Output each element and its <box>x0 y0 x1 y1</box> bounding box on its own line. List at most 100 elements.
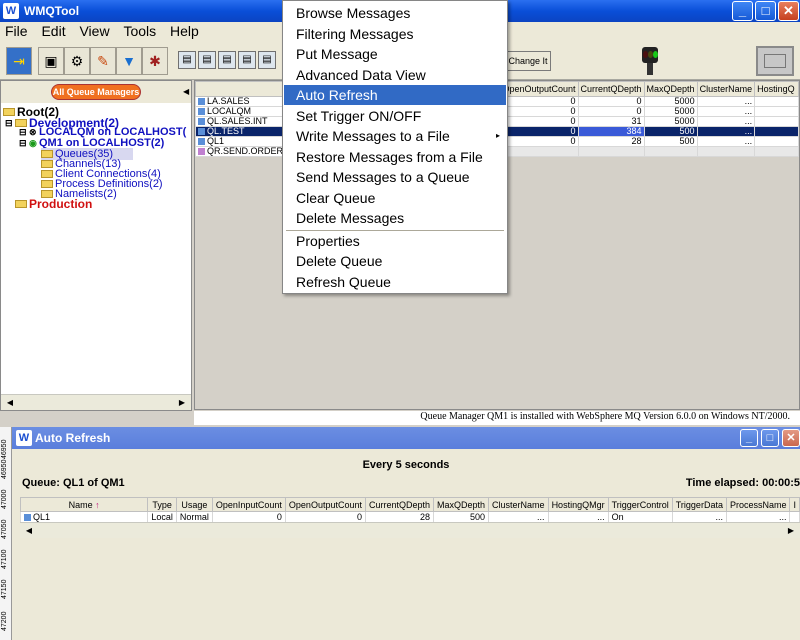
queue-icon <box>198 128 205 136</box>
auto-refresh-table: Name ↑ Type Usage OpenInputCount OpenOut… <box>19 497 800 523</box>
col-hosting-qmgr[interactable]: HostingQMgr <box>547 497 609 512</box>
menu-clear-queue[interactable]: Clear Queue <box>284 188 506 208</box>
menu-delete-messages[interactable]: Delete Messages <box>284 208 506 228</box>
view-icon-3[interactable]: ▤ <box>218 51 236 69</box>
scroll-left-icon[interactable]: ◀ <box>3 396 17 410</box>
status-bar: Queue Manager QM1 is installed with WebS… <box>194 411 800 425</box>
menu-edit[interactable]: Edit <box>36 22 70 40</box>
queue-icon <box>198 138 205 146</box>
view-icon-5[interactable]: ▤ <box>258 51 276 69</box>
filter-icon[interactable]: ▼ <box>116 47 142 75</box>
col-max-depth[interactable]: MaxQDepth <box>433 497 490 512</box>
tree-horizontal-scrollbar[interactable]: ◀ ▶ <box>1 394 191 410</box>
minimize-button[interactable]: _ <box>740 429 758 447</box>
app-icon: W <box>16 430 32 446</box>
col-cluster-name[interactable]: ClusterName <box>696 81 756 97</box>
table-row[interactable]: QL1 Local Normal 0 0 28 500 ... ... On .… <box>19 511 800 523</box>
menu-tools[interactable]: Tools <box>118 22 161 40</box>
scroll-right-icon[interactable]: ▶ <box>784 524 798 538</box>
queue-icon <box>198 108 205 116</box>
ruler: 46950 46950 47000 47050 47100 47150 4720… <box>0 427 12 640</box>
col-cluster-name[interactable]: ClusterName <box>488 497 549 512</box>
view-icon-4[interactable]: ▤ <box>238 51 256 69</box>
refresh-interval: Every 5 seconds <box>362 459 450 471</box>
menu-write-messages[interactable]: Write Messages to a File ▸ <box>284 126 506 146</box>
monitor-icon[interactable] <box>756 46 794 76</box>
col-trigger-data[interactable]: TriggerData <box>671 497 727 512</box>
maximize-button[interactable]: □ <box>755 1 776 21</box>
expand-icon[interactable]: ⊟ <box>5 118 13 129</box>
col-current-depth[interactable]: CurrentQDepth <box>364 497 435 512</box>
menu-properties[interactable]: Properties <box>284 231 506 251</box>
connect-icon[interactable]: ⚙ <box>64 47 90 75</box>
col-truncated[interactable]: I <box>789 497 800 512</box>
view-icon-2[interactable]: ▤ <box>198 51 216 69</box>
col-current-depth[interactable]: CurrentQDepth <box>577 81 645 97</box>
tree-panel: All Queue Managers ◀ Root(2) ⊟ Developme… <box>0 80 192 411</box>
folder-icon <box>41 180 53 188</box>
menu-file[interactable]: File <box>0 22 33 40</box>
time-elapsed: Time elapsed: 00:00:5 <box>685 477 800 489</box>
menu-advanced-data-view[interactable]: Advanced Data View <box>284 65 506 85</box>
exit-icon[interactable]: ⇥ <box>6 47 32 75</box>
menu-help[interactable]: Help <box>165 22 204 40</box>
save-icon[interactable]: ▣ <box>38 47 64 75</box>
auto-refresh-title: Auto Refresh <box>35 431 111 445</box>
menu-filtering-messages[interactable]: Filtering Messages <box>284 24 506 44</box>
menu-delete-queue[interactable]: Delete Queue <box>284 251 506 271</box>
folder-icon <box>41 160 53 168</box>
col-trigger-control[interactable]: TriggerControl <box>607 497 673 512</box>
queue-icon <box>24 514 31 522</box>
scroll-left-icon[interactable]: ◀ <box>22 524 36 538</box>
menu-set-trigger[interactable]: Set Trigger ON/OFF <box>284 106 506 126</box>
view-icon-1[interactable]: ▤ <box>178 51 196 69</box>
folder-icon <box>3 108 15 116</box>
expand-icon[interactable]: ⊟ <box>19 127 27 138</box>
col-open-output[interactable]: OpenOutputCount <box>499 81 579 97</box>
menu-refresh-queue[interactable]: Refresh Queue <box>284 272 506 292</box>
tools-icon[interactable]: ✎ <box>90 47 116 75</box>
main-window-title: WMQTool <box>24 4 80 18</box>
submenu-arrow-icon: ▸ <box>495 131 500 140</box>
col-name[interactable]: Name ↑ <box>19 497 149 512</box>
minimize-button[interactable]: _ <box>732 1 753 21</box>
queue-icon <box>198 148 205 156</box>
close-button[interactable]: ✕ <box>782 429 800 447</box>
col-name[interactable]: N <box>194 81 296 97</box>
collapse-arrow-icon[interactable]: ◀ <box>183 87 189 96</box>
col-process-name[interactable]: ProcessName <box>725 497 791 512</box>
col-open-input[interactable]: OpenInputCount <box>211 497 286 512</box>
all-queue-managers-button[interactable]: All Queue Managers <box>51 84 141 100</box>
maximize-button[interactable]: □ <box>761 429 779 447</box>
traffic-light-icon <box>640 47 660 75</box>
menu-browse-messages[interactable]: Browse Messages <box>284 3 506 23</box>
queue-label: Queue: QL1 of QM1 <box>22 477 125 489</box>
menu-put-message[interactable]: Put Message <box>284 44 506 64</box>
qmgr-icon: ◉ <box>29 137 37 148</box>
scroll-right-icon[interactable]: ▶ <box>175 396 189 410</box>
context-menu: Browse Messages Filtering Messages Put M… <box>282 0 508 294</box>
close-button[interactable]: ✕ <box>778 1 799 21</box>
menu-send-messages[interactable]: Send Messages to a Queue <box>284 167 506 187</box>
qmgr-icon: ⊗ <box>29 126 37 137</box>
menu-view[interactable]: View <box>74 22 114 40</box>
col-usage[interactable]: Usage <box>175 497 213 512</box>
col-open-output[interactable]: OpenOutputCount <box>284 497 366 512</box>
queue-icon <box>198 118 205 126</box>
app-icon: W <box>3 3 19 19</box>
menu-auto-refresh[interactable]: Auto Refresh <box>284 85 506 105</box>
menu-restore-messages[interactable]: Restore Messages from a File <box>284 147 506 167</box>
sort-up-icon: ↑ <box>95 499 100 510</box>
change-it-button[interactable]: Change It <box>505 51 551 71</box>
expand-icon[interactable]: ⊟ <box>19 138 27 149</box>
settings-icon[interactable]: ✱ <box>142 47 168 75</box>
queue-icon <box>198 98 205 106</box>
auto-refresh-horizontal-scrollbar[interactable]: ◀ ▶ <box>20 522 800 538</box>
col-type[interactable]: Type <box>147 497 177 512</box>
auto-refresh-title-bar: W Auto Refresh _ □ ✕ <box>12 427 800 449</box>
tree-production[interactable]: Production <box>15 197 92 211</box>
folder-icon <box>41 150 53 158</box>
col-hosting[interactable]: HostingQ <box>754 81 799 97</box>
green-lamp <box>653 51 658 58</box>
col-max-depth[interactable]: MaxQDepth <box>643 81 698 97</box>
